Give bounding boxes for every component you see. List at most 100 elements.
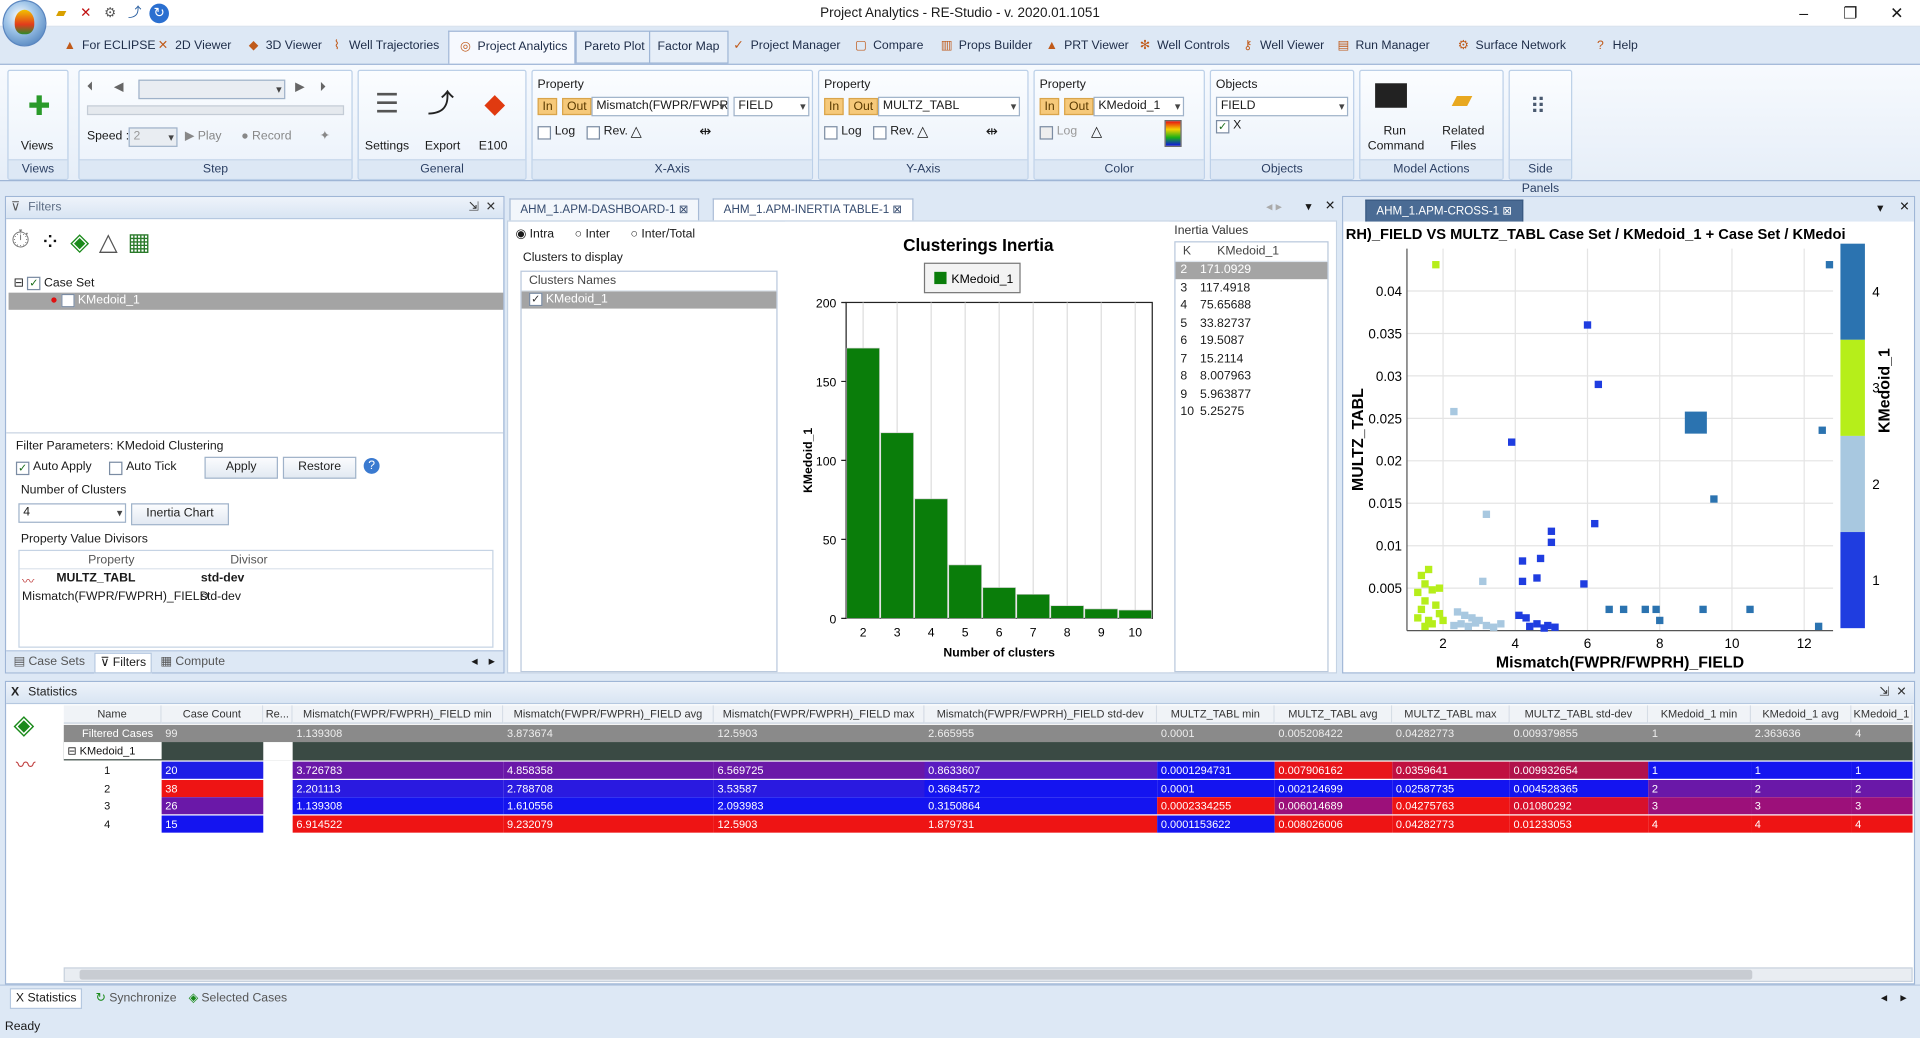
step-prev-icon[interactable]: ◀ xyxy=(114,81,123,94)
y-log-checkbox[interactable] xyxy=(824,126,838,140)
objects-x-checkbox[interactable]: ✓ xyxy=(1215,120,1230,134)
color-in-toggle[interactable]: In xyxy=(1039,97,1060,116)
inertia-row[interactable]: 10 5.25275 xyxy=(1176,404,1328,421)
run-command-icon[interactable] xyxy=(1375,83,1407,108)
tab-scroll-left-icon[interactable]: ◂ ▸ xyxy=(1266,201,1282,214)
gear-icon[interactable]: ⚙ xyxy=(100,4,120,24)
table-row[interactable]: Filtered Cases 99 1.139308 3.873674 12.5903 2… xyxy=(63,724,1913,743)
radio-inter-total[interactable]: ○ Inter/Total xyxy=(631,228,696,241)
views-plus-icon[interactable]: ✚ xyxy=(21,88,58,125)
inertia-row[interactable]: 4 75.65688 xyxy=(1176,298,1328,315)
tab-statistics[interactable]: X Statistics xyxy=(9,988,83,1009)
column-header[interactable]: KMedoid_1 avg xyxy=(1751,705,1852,724)
inertia-row[interactable]: 6 19.5087 xyxy=(1176,333,1328,350)
inertia-chart-button[interactable]: Inertia Chart xyxy=(131,503,229,526)
x-log-checkbox[interactable] xyxy=(537,126,552,140)
apply-button[interactable]: Apply xyxy=(204,456,278,479)
tab-compute[interactable]: ▦ Compute xyxy=(160,655,225,668)
views-button[interactable]: Views xyxy=(21,140,53,153)
x-object-select[interactable]: FIELD xyxy=(733,96,810,117)
record-button[interactable]: ● Record xyxy=(241,130,291,143)
tab-dashboard[interactable]: AHM_1.APM-DASHBOARD-1 ⊠ xyxy=(509,198,700,221)
step-slider[interactable] xyxy=(86,105,345,116)
tab-compare[interactable]: ▢ Compare xyxy=(845,31,931,64)
settings-icon[interactable]: ☰ xyxy=(369,86,406,123)
x-out-toggle[interactable]: Out xyxy=(562,97,592,116)
close-icon[interactable]: ✕ xyxy=(1873,0,1920,27)
cube-stats-icon[interactable]: ◈ xyxy=(13,709,34,741)
export-icon[interactable]: ⤴ xyxy=(125,4,145,24)
tab-project-analytics[interactable]: ◎ Project Analytics xyxy=(448,30,576,64)
table-row[interactable]: 2 38 2.201113 2.788708 3.53587 0.3684572 0.000… xyxy=(63,779,1913,797)
x-in-toggle[interactable]: In xyxy=(537,97,558,116)
radio-intra[interactable]: ◉ Intra xyxy=(516,228,555,241)
restore-button[interactable]: Restore xyxy=(282,456,357,479)
y-triangle-icon[interactable]: △ xyxy=(917,122,928,139)
related-files-icon[interactable]: ▰ xyxy=(1444,81,1481,118)
side-panels-grid-icon[interactable]: ⠿ xyxy=(1520,88,1557,125)
e100-button[interactable]: E100 xyxy=(479,140,508,153)
close-icon[interactable]: ✕ xyxy=(486,197,496,219)
y-out-toggle[interactable]: Out xyxy=(848,97,879,116)
tab-menu-icon[interactable]: ▾ xyxy=(1305,201,1311,214)
column-header[interactable]: Case Count xyxy=(161,705,264,724)
tab-cross-plot[interactable]: AHM_1.APM-CROSS-1 ⊠ xyxy=(1365,199,1524,222)
horizontal-scrollbar[interactable] xyxy=(63,967,1913,983)
tab-scroll-right-icon[interactable]: ▸ xyxy=(489,655,495,668)
play-button[interactable]: ▶ Play xyxy=(185,130,222,143)
inertia-row[interactable]: 9 5.963877 xyxy=(1176,386,1328,403)
tab-help[interactable]: ? Help xyxy=(1585,31,1646,64)
column-header[interactable]: KMedoid_1 min xyxy=(1648,705,1752,724)
collapse-icon[interactable]: ⊟ xyxy=(13,277,27,290)
divisor-value[interactable]: std-dev xyxy=(201,572,245,585)
triangle-filter-icon[interactable]: △ xyxy=(99,227,118,261)
column-header[interactable]: Mismatch(FWPR/FWPRH)_FIELD avg xyxy=(503,705,714,724)
y-rev-checkbox[interactable] xyxy=(873,126,887,140)
tree-item-kmedoid[interactable]: ● KMedoid_1 xyxy=(8,292,504,310)
radio-inter[interactable]: ○ Inter xyxy=(575,228,610,241)
tab-surface-network[interactable]: ⚙ Surface Network xyxy=(1447,31,1573,64)
column-header[interactable]: Re... xyxy=(263,705,293,724)
column-header[interactable]: Mismatch(FWPR/FWPRH)_FIELD std-dev xyxy=(924,705,1158,724)
column-header[interactable]: MULTZ_TABL max xyxy=(1392,705,1510,724)
auto-tick-checkbox[interactable] xyxy=(108,461,123,476)
column-header[interactable]: Mismatch(FWPR/FWPRH)_FIELD min xyxy=(292,705,504,724)
tab-pareto-plot[interactable]: Pareto Plot xyxy=(575,30,654,64)
run-command-button[interactable]: Run Command xyxy=(1368,125,1424,154)
refresh-icon[interactable]: ↻ xyxy=(149,3,169,24)
grid-filter-icon[interactable]: ▦ xyxy=(128,227,151,261)
pin-icon[interactable]: ⇲ xyxy=(469,197,479,219)
color-out-toggle[interactable]: Out xyxy=(1064,97,1094,116)
divisor-value[interactable]: std-dev xyxy=(201,590,241,603)
tab-2d-viewer[interactable]: ✕ 2D Viewer xyxy=(147,31,239,64)
objects-select[interactable]: FIELD xyxy=(1215,96,1349,117)
speed-stepper[interactable]: 2 xyxy=(128,127,178,147)
tab-project-manager[interactable]: ✓ Project Manager xyxy=(722,31,847,64)
tab-scroll-right-icon[interactable]: ▸ xyxy=(1900,992,1906,1005)
tab-3d-viewer[interactable]: ◆ 3D Viewer xyxy=(238,31,330,64)
column-header[interactable]: KMedoid_1 xyxy=(1851,705,1913,724)
stopwatch-icon[interactable]: ⏱ xyxy=(11,227,30,261)
column-header[interactable]: Mismatch(FWPR/FWPRH)_FIELD max xyxy=(713,705,925,724)
table-row[interactable]: 4 15 6.914522 9.232079 12.5903 1.879731 0.0001… xyxy=(63,814,1913,833)
inertia-row[interactable]: 5 33.82737 xyxy=(1176,315,1328,332)
stats-chart-icon[interactable]: 〰 xyxy=(16,748,36,777)
tab-well-viewer[interactable]: ⚷ Well Viewer xyxy=(1232,31,1332,64)
pin-icon[interactable]: ✦ xyxy=(320,130,330,143)
y-property-select[interactable]: MULTZ_TABL xyxy=(877,96,1021,117)
x-property-select[interactable]: Mismatch(FWPR/FWPR xyxy=(591,96,729,117)
step-back-icon[interactable]: ⏴ xyxy=(87,81,93,94)
tab-factor-map[interactable]: Factor Map xyxy=(648,30,729,64)
close-project-icon[interactable]: ✕ xyxy=(76,4,96,24)
scatter-filter-icon[interactable]: ⁘ xyxy=(40,227,61,261)
table-row[interactable]: 1 20 3.726783 4.858358 6.569725 0.8633607 0.00… xyxy=(63,761,1913,779)
cluster-checkbox[interactable]: ✓ xyxy=(528,292,543,306)
tab-run-manager[interactable]: ▤ Run Manager xyxy=(1327,31,1437,64)
scrollbar-thumb[interactable] xyxy=(79,969,1753,980)
y-arrows-icon[interactable]: ⇹ xyxy=(986,122,998,139)
close-icon[interactable]: ✕ xyxy=(1899,201,1909,214)
tab-filters[interactable]: ⊽ Filters xyxy=(94,652,153,674)
column-header[interactable]: MULTZ_TABL min xyxy=(1157,705,1275,724)
tab-scroll-left-icon[interactable]: ◂ xyxy=(471,655,477,668)
close-icon[interactable]: ✕ xyxy=(1325,200,1335,213)
